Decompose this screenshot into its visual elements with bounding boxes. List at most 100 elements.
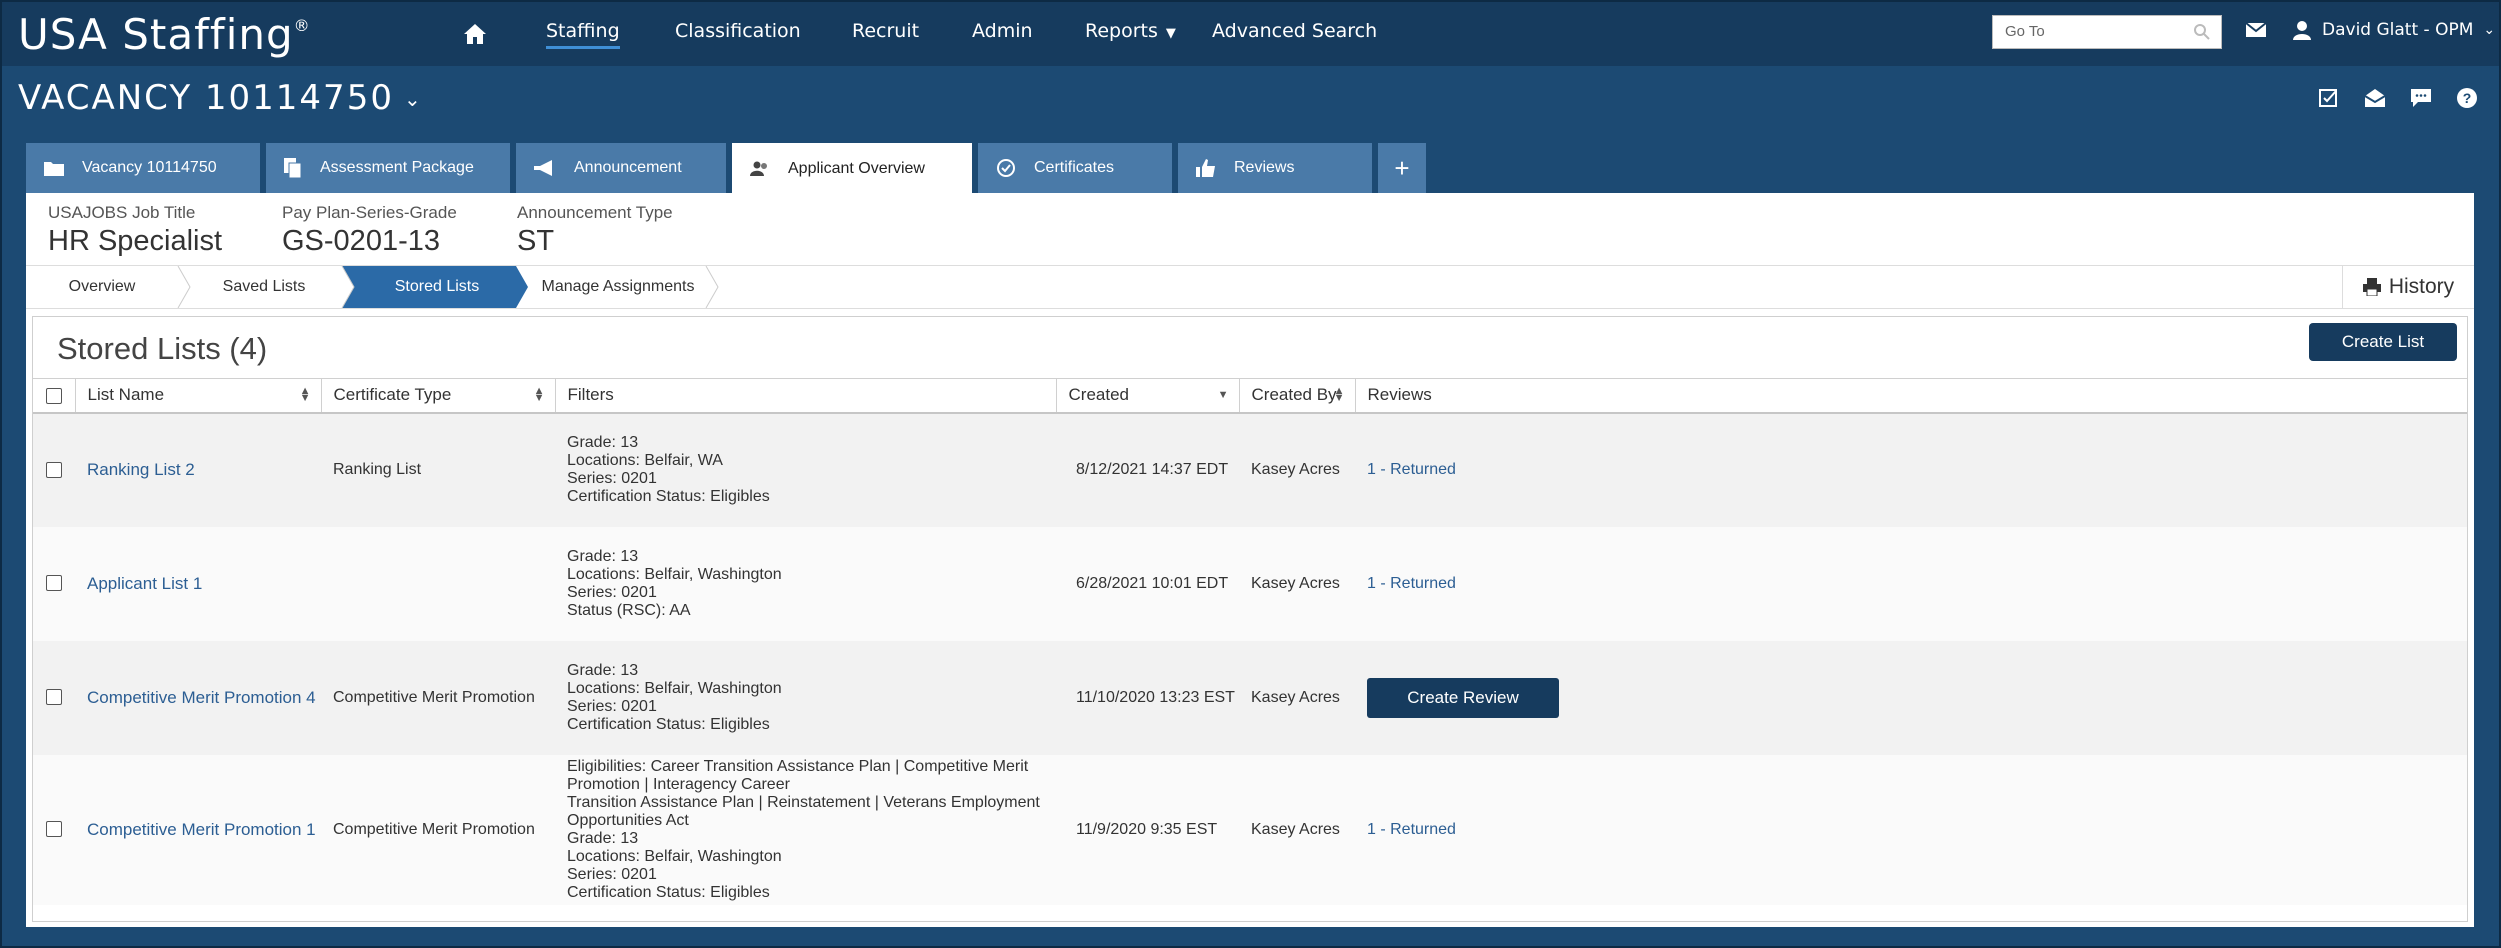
nav-recruit[interactable]: Recruit <box>852 20 919 42</box>
toolbar-icons: ? <box>2317 86 2479 110</box>
create-list-button[interactable]: Create List <box>2309 323 2457 361</box>
row-select-cell <box>33 754 75 905</box>
tab-reviews[interactable]: Reviews <box>1178 143 1372 193</box>
filter-line: Grade: 13 <box>567 434 639 451</box>
row-checkbox[interactable] <box>46 461 62 478</box>
grade-meta: Pay Plan-Series-Grade GS-0201-13 <box>282 203 457 258</box>
documents-icon <box>284 158 302 178</box>
filter-line: Series: 0201 <box>567 583 657 601</box>
nav-advanced-search[interactable]: Advanced Search <box>1212 20 1377 42</box>
col-list-name[interactable]: List Name ▲ ▼ <box>75 378 322 414</box>
top-navigation: USA Staffing® Staffing Classification Re… <box>0 0 2501 66</box>
table-row: Competitive Merit Promotion 1 Competitiv… <box>33 754 2467 905</box>
open-mail-icon[interactable] <box>2363 86 2387 110</box>
created-date: 11/10/2020 13:23 EST <box>1056 640 1239 755</box>
user-menu[interactable]: David Glatt - OPM ⌄ <box>2292 20 2495 40</box>
table-row: Competitive Merit Promotion 4 Competitiv… <box>33 640 2467 755</box>
row-checkbox[interactable] <box>46 575 62 592</box>
tab-vacancy[interactable]: Vacancy 10114750 <box>26 143 260 193</box>
filter-line: Grade: 13 <box>567 661 639 679</box>
review-status-link[interactable]: 1 - Returned <box>1367 821 1456 838</box>
help-icon[interactable]: ? <box>2455 86 2479 110</box>
nav-reports-label: Reports <box>1085 20 1158 42</box>
col-label: Certificate Type <box>333 385 452 405</box>
nav-staffing[interactable]: Staffing <box>546 20 620 49</box>
review-status-link[interactable]: 1 - Returned <box>1367 575 1456 592</box>
row-checkbox[interactable] <box>46 821 62 838</box>
select-all-checkbox[interactable] <box>45 387 62 404</box>
tab-assessment-package[interactable]: Assessment Package <box>266 143 510 193</box>
filter-line: Series: 0201 <box>567 697 657 715</box>
filters: Grade: 13 Locations: Belfair, Washington… <box>555 640 1056 755</box>
grade-label: Pay Plan-Series-Grade <box>282 203 457 222</box>
add-tab-button[interactable]: + <box>1378 143 1426 193</box>
review-status-link[interactable]: 1 - Returned <box>1367 461 1456 478</box>
app-logo[interactable]: USA Staffing® <box>18 10 311 59</box>
tab-applicant-overview[interactable]: Applicant Overview <box>732 143 972 195</box>
step-overview[interactable]: Overview <box>26 266 178 308</box>
folder-icon <box>44 162 64 176</box>
filter-line: Status (RSC): AA <box>567 601 691 619</box>
created-date: 11/9/2020 9:35 EST <box>1056 754 1239 905</box>
row-select-cell <box>33 412 75 527</box>
created-by: Kasey Acres <box>1239 412 1355 527</box>
step-manage-assignments[interactable]: Manage Assignments <box>530 266 706 308</box>
sort-icon: ▲ ▼ <box>533 385 545 404</box>
certificate-type: Competitive Merit Promotion <box>321 640 555 755</box>
search-icon[interactable] <box>2193 23 2211 41</box>
filter-line: Locations: Belfair, Washington <box>567 565 782 583</box>
chat-icon[interactable] <box>2409 86 2433 110</box>
col-filters: Filters <box>555 378 1057 414</box>
tab-label: Vacancy 10114750 <box>82 159 217 176</box>
list-name-link[interactable]: Competitive Merit Promotion 1 <box>87 820 316 839</box>
filter-line: Grade: 13 <box>567 547 639 565</box>
tab-certificates[interactable]: Certificates <box>978 143 1172 193</box>
col-label: Filters <box>567 385 614 405</box>
sort-desc-icon: ▼ <box>1217 389 1229 401</box>
tab-announcement[interactable]: Announcement <box>516 143 726 193</box>
filter-line: Locations: Belfair, Washington <box>567 847 782 865</box>
goto-placeholder: Go To <box>2005 23 2045 40</box>
nav-admin[interactable]: Admin <box>972 20 1033 42</box>
nav-reports[interactable]: Reports ▼ <box>1085 20 1176 42</box>
list-name-link[interactable]: Competitive Merit Promotion 4 <box>87 688 316 707</box>
filter-line: Locations: Belfair, Washington <box>567 679 782 697</box>
tab-label: Certificates <box>1034 159 1115 176</box>
thumbs-up-icon <box>1196 159 1215 177</box>
stored-lists-section: Stored Lists (4) Create List List Name ▲ ▼… <box>32 316 2468 922</box>
filter-line: Grade: 13 <box>567 829 639 847</box>
svg-text:?: ? <box>2463 90 2472 106</box>
col-certificate-type[interactable]: Certificate Type ▲ ▼ <box>321 378 556 414</box>
sort-icon: ▲ ▼ <box>299 385 311 404</box>
step-stored-lists[interactable]: Stored Lists <box>354 266 520 308</box>
col-created-by[interactable]: Created By ▲ ▼ <box>1239 378 1356 414</box>
select-all-header <box>33 378 76 414</box>
list-name-link[interactable]: Applicant List 1 <box>87 574 202 593</box>
step-saved-lists[interactable]: Saved Lists <box>186 266 342 308</box>
history-label: History <box>2388 275 2455 298</box>
chevron-down-icon: ⌄ <box>403 87 423 111</box>
chevron-down-icon: ⌄ <box>2483 22 2496 38</box>
vacancy-title-text: VACANCY 10114750 <box>18 78 394 118</box>
create-review-button[interactable]: Create Review <box>1367 677 1559 718</box>
history-button[interactable]: History <box>2342 266 2474 308</box>
nav-classification[interactable]: Classification <box>675 20 801 42</box>
home-icon[interactable] <box>462 22 488 46</box>
goto-input[interactable]: Go To <box>1992 15 2222 49</box>
tab-label: Applicant Overview <box>788 160 925 177</box>
row-checkbox[interactable] <box>46 689 62 706</box>
check-circle-icon <box>997 159 1015 177</box>
certificate-type: Ranking List <box>321 412 555 527</box>
filter-line: Certification Status: Eligibles <box>567 715 770 733</box>
vacancy-title[interactable]: VACANCY 10114750 ⌄ <box>18 78 423 118</box>
created-by: Kasey Acres <box>1239 640 1355 755</box>
grade-value: GS-0201-13 <box>282 225 440 257</box>
created-date: 6/28/2021 10:01 EDT <box>1056 526 1239 641</box>
created-date: 8/12/2021 14:37 EDT <box>1056 412 1239 527</box>
col-created[interactable]: Created ▼ <box>1056 378 1240 414</box>
list-name-link[interactable]: Ranking List 2 <box>87 460 195 479</box>
checklist-icon[interactable] <box>2317 86 2341 110</box>
vacancy-tabs: Vacancy 10114750 Assessment Package Anno… <box>26 143 1426 195</box>
mail-icon[interactable] <box>2245 22 2267 38</box>
users-icon <box>750 161 767 176</box>
